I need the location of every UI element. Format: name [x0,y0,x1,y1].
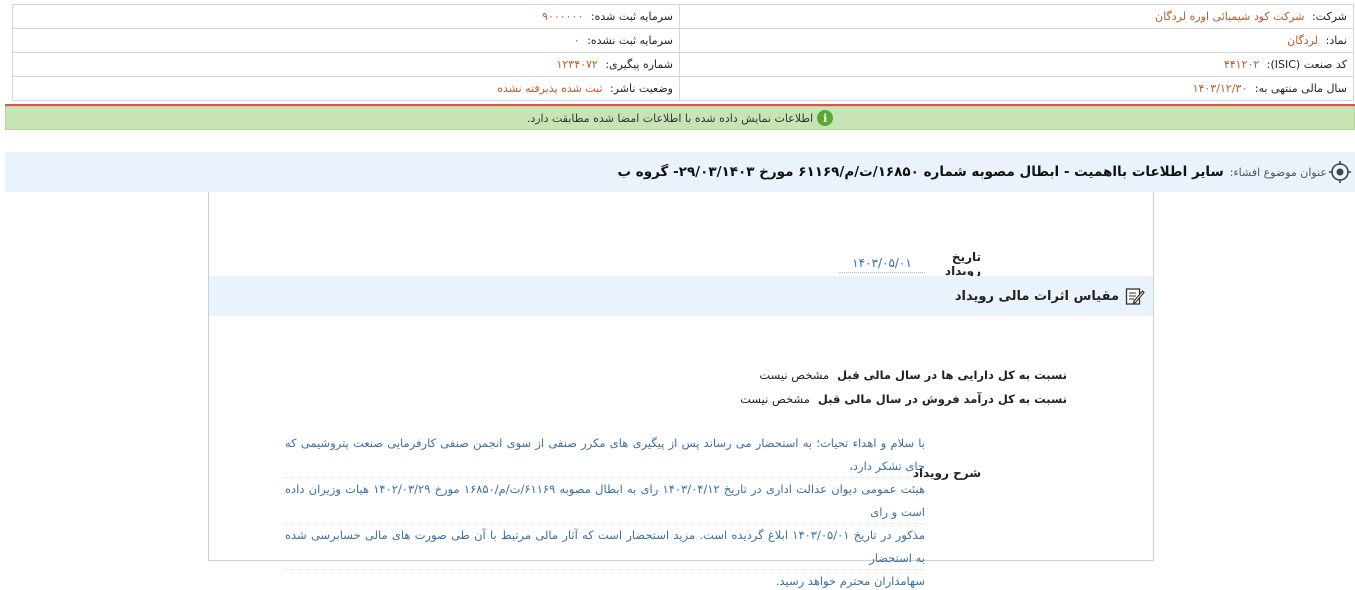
symbol-label: نماد: [1325,34,1347,47]
registered-capital-cell: سرمایه ثبت شده: ۹۰۰۰۰۰۰ [12,4,680,29]
fiscal-year-value: ۱۴۰۳/۱۲/۳۰ [1192,82,1248,95]
symbol-value: لردگان [1287,34,1319,47]
fiscal-year-cell: سال مالی منتهی به: ۱۴۰۳/۱۲/۳۰ [679,76,1354,101]
company-cell: شرکت: شرکت کود شیمیائی اوره لردگان [679,4,1354,29]
description-line: سهامداران محترم خواهد رسید. [285,570,925,590]
ratio-revenue-value: مشخص نیست [740,392,810,406]
description-line: با سلام و اهداء تحیات؛ به استحضار می رسا… [285,432,925,478]
event-date-row: تاریخ رویداد ۱۴۰۳/۰۵/۰۱ [839,250,981,278]
tracking-cell: شماره پیگیری: ۱۲۳۴۰۷۲ [12,52,680,77]
ratio-assets-value: مشخص نیست [759,368,830,382]
info-row: سال مالی منتهی به: ۱۴۰۳/۱۲/۳۰ وضعیت ناشر… [12,76,1354,101]
verification-message: اطلاعات نمایش داده شده با اطلاعات امضا ش… [526,111,814,125]
target-icon [1329,161,1351,183]
ratio-revenue-row: نسبت به کل درآمد فروش در سال مالی قبل مش… [740,392,1067,406]
verification-notice: i اطلاعات نمایش داده شده با اطلاعات امضا… [5,106,1355,130]
edit-document-icon [1125,288,1145,305]
event-description: با سلام و اهداء تحیات؛ به استحضار می رسا… [285,432,925,590]
financial-impact-title: مقیاس اثرات مالی رویداد [954,288,1119,304]
publisher-status-label: وضعیت ناشر: [610,82,673,95]
info-row: شرکت: شرکت کود شیمیائی اوره لردگان سرمای… [12,4,1354,29]
info-row: کد صنعت (ISIC): ۴۴۱۲۰۲ شماره پیگیری: ۱۲۳… [12,52,1354,77]
company-value: شرکت کود شیمیائی اوره لردگان [1155,10,1305,23]
company-info-table: شرکت: شرکت کود شیمیائی اوره لردگان سرمای… [12,4,1354,101]
event-date-value: ۱۴۰۳/۰۵/۰۱ [839,256,925,273]
ratio-assets-row: نسبت به کل دارایی ها در سال مالی قبل مشخ… [759,368,1067,382]
company-label: شرکت: [1311,10,1347,23]
ratio-assets-label: نسبت به کل دارایی ها در سال مالی قبل [837,368,1067,382]
tracking-label: شماره پیگیری: [605,58,673,71]
registered-capital-value: ۹۰۰۰۰۰۰ [542,10,584,23]
symbol-cell: نماد: لردگان [679,28,1354,53]
event-panel: تاریخ رویداد ۱۴۰۳/۰۵/۰۱ مقیاس اثرات مالی… [208,192,1154,588]
disclosure-title: سایر اطلاعات بااهمیت - ابطال مصوبه شماره… [617,164,1224,180]
isic-cell: کد صنعت (ISIC): ۴۴۱۲۰۲ [679,52,1354,77]
fiscal-year-label: سال مالی منتهی به: [1254,82,1347,95]
event-date-label: تاریخ رویداد [944,250,981,278]
financial-impact-header: مقیاس اثرات مالی رویداد [209,276,1153,316]
isic-label: کد صنعت (ISIC): [1266,58,1347,71]
publisher-status-value: ثبت شده پذیرفته نشده [497,82,603,95]
info-row: نماد: لردگان سرمایه ثبت نشده: ۰ [12,28,1354,53]
tracking-value: ۱۲۳۴۰۷۲ [556,58,598,71]
unregistered-capital-cell: سرمایه ثبت نشده: ۰ [12,28,680,53]
disclosure-title-bar: عنوان موضوع افشاء: سایر اطلاعات بااهمیت … [5,152,1355,192]
disclosure-title-label: عنوان موضوع افشاء: [1229,165,1327,179]
ratio-revenue-label: نسبت به کل درآمد فروش در سال مالی قبل [817,392,1067,406]
description-line: مذکور در تاریخ ۱۴۰۳/۰۵/۰۱ ابلاغ گردیده ا… [285,524,925,570]
registered-capital-label: سرمایه ثبت شده: [590,10,673,23]
description-line: هیئت عمومی دیوان عدالت اداری در تاریخ ۱۴… [285,478,925,524]
info-icon: i [817,110,834,126]
publisher-status-cell: وضعیت ناشر: ثبت شده پذیرفته نشده [12,76,680,101]
unregistered-capital-label: سرمایه ثبت نشده: [587,34,673,47]
isic-value: ۴۴۱۲۰۲ [1223,58,1260,71]
unregistered-capital-value: ۰ [573,34,580,47]
